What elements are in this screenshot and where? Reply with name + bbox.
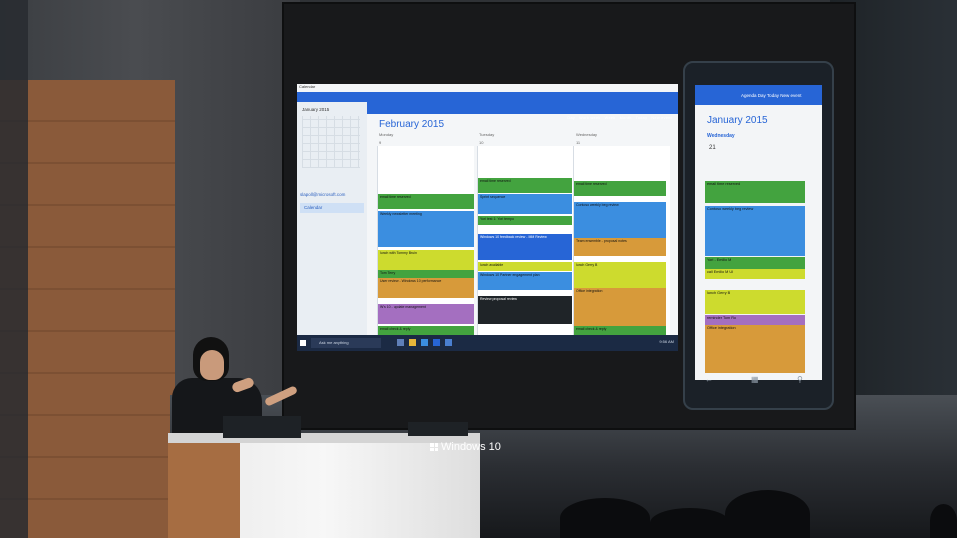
view-day[interactable]: Day (567, 116, 575, 120)
calendar-event[interactable]: Review proposal review (478, 296, 572, 324)
windows-key-icon[interactable]: ▦ (751, 375, 759, 384)
calendar-event[interactable]: email check & reply (574, 326, 666, 335)
day-header-tue: Tuesday (479, 132, 495, 137)
podium-wood-panel (168, 443, 240, 538)
view-week[interactable]: Week (605, 116, 616, 120)
day-column-mon[interactable]: email time reserved Weekly newsletter me… (377, 146, 474, 336)
phone-date: 21 (709, 145, 716, 151)
calendar-event[interactable]: W's 10 - update management (378, 304, 474, 324)
calendar-toolbar: Day Work week Week Month Today New event (367, 92, 678, 120)
phone-day-label: Wednesday (707, 133, 735, 139)
calendar-event[interactable]: reminder Tom Ro (705, 315, 805, 325)
start-icon[interactable] (300, 340, 306, 346)
store-icon[interactable] (433, 339, 440, 346)
calendar-event[interactable]: User review - Windows 10 performance (378, 278, 474, 298)
calendar-event[interactable]: Office integration (705, 325, 805, 373)
view-buttons[interactable]: Day Work week Week Month Today New event (567, 116, 672, 120)
calendar-list-item[interactable]: Calendar (300, 203, 364, 213)
calendar-event[interactable]: Office integration (574, 288, 666, 326)
audience-head (725, 490, 810, 538)
folder-icon[interactable] (409, 339, 416, 346)
day-column-wed[interactable]: email time reserved Contoso weekly beg r… (573, 146, 670, 336)
calendar-event[interactable]: email time reserved (705, 181, 805, 203)
sidebar-header (297, 92, 367, 102)
date-wed: 11 (576, 140, 581, 145)
calendar-event[interactable]: Contoso weekly beg review (705, 206, 805, 256)
calendar-event[interactable]: email check & reply (378, 326, 474, 335)
windows-logo-icon (430, 443, 438, 451)
calendar-event[interactable]: email time reserved (574, 181, 666, 196)
calendar-event[interactable]: Weekly newsletter meeting (378, 211, 474, 247)
calendar-event[interactable]: lunch Gerry B (574, 262, 666, 288)
task-view-icon[interactable] (397, 339, 404, 346)
calendar-event[interactable]: email time reserved (378, 194, 474, 209)
new-event-button[interactable]: New event (651, 116, 672, 120)
search-input[interactable]: Ask me anything (311, 338, 381, 348)
calendar-event[interactable]: Tom Terry (378, 270, 474, 278)
phone-device: Agenda Day Today New event January 2015 … (683, 61, 834, 410)
audience-head (650, 508, 730, 538)
calendar-taskbar-icon[interactable] (445, 339, 452, 346)
browser-icon[interactable] (421, 339, 428, 346)
account-email[interactable]: slapoll@microsoft.com (300, 192, 345, 197)
podium-logo-text: Windows 10 (441, 441, 501, 453)
calendar-event[interactable]: Windows 10 Partner engagement plan (478, 272, 572, 290)
wall-shadow (0, 0, 28, 538)
podium-laptop (223, 416, 301, 438)
calendar-app-desktop: Calendar January 2015 slapoll@microsoft.… (297, 84, 678, 351)
phone-month-title: January 2015 (707, 115, 768, 126)
view-month[interactable]: Month (620, 116, 632, 120)
calendar-event[interactable]: Yori test 1: Yori tempo (478, 216, 572, 225)
podium-laptop-secondary (408, 422, 468, 436)
mini-calendar-month: January 2015 (302, 107, 330, 112)
search-key-icon[interactable]: ⚲ (797, 375, 803, 384)
calendar-sidebar: January 2015 slapoll@microsoft.com Calen… (297, 92, 367, 342)
day-header-mon: Monday (379, 132, 394, 137)
view-today[interactable]: Today (636, 116, 648, 120)
calendar-event[interactable]: Sprint sequence (478, 194, 572, 214)
calendar-event[interactable]: Team ensemble - proposal notes (574, 238, 666, 256)
calendar-event[interactable]: Contoso weekly beg review (574, 202, 666, 238)
month-title: February 2015 (379, 119, 445, 130)
date-mon: 9 (379, 140, 382, 145)
date-tue: 10 (479, 140, 484, 145)
day-header-wed: Wednesday (576, 132, 598, 137)
calendar-event[interactable]: call Emilio M UI (705, 269, 805, 279)
clock: 9:56 AM (659, 339, 674, 344)
mini-calendar-grid[interactable] (302, 116, 360, 168)
calendar-event[interactable]: lunch available (478, 262, 572, 271)
app-title: Calendar (299, 84, 316, 89)
view-work-week[interactable]: Work week (579, 116, 600, 120)
back-key-icon[interactable]: ← (705, 375, 713, 384)
phone-appbar: Agenda Day Today New event (695, 85, 822, 105)
day-column-tue[interactable]: email time reserved Sprint sequence Yori… (477, 146, 574, 336)
audience-head (930, 504, 957, 538)
calendar-app-phone: Agenda Day Today New event January 2015 … (695, 85, 822, 380)
presenter-face (200, 350, 224, 380)
audience-head (560, 498, 650, 538)
phone-view-tabs[interactable]: Agenda Day Today New event (741, 93, 801, 98)
calendar-event[interactable]: lunch with Tommy Bruin (378, 250, 474, 270)
calendar-event[interactable]: Yori - Emilio M (705, 257, 805, 269)
taskbar: Ask me anything 9:56 AM (297, 335, 678, 351)
calendar-event[interactable]: Windows 10 feedback review - MM Review (478, 234, 572, 260)
calendar-event[interactable]: email time reserved (478, 178, 572, 193)
calendar-event[interactable]: lunch Gerry B (705, 290, 805, 314)
